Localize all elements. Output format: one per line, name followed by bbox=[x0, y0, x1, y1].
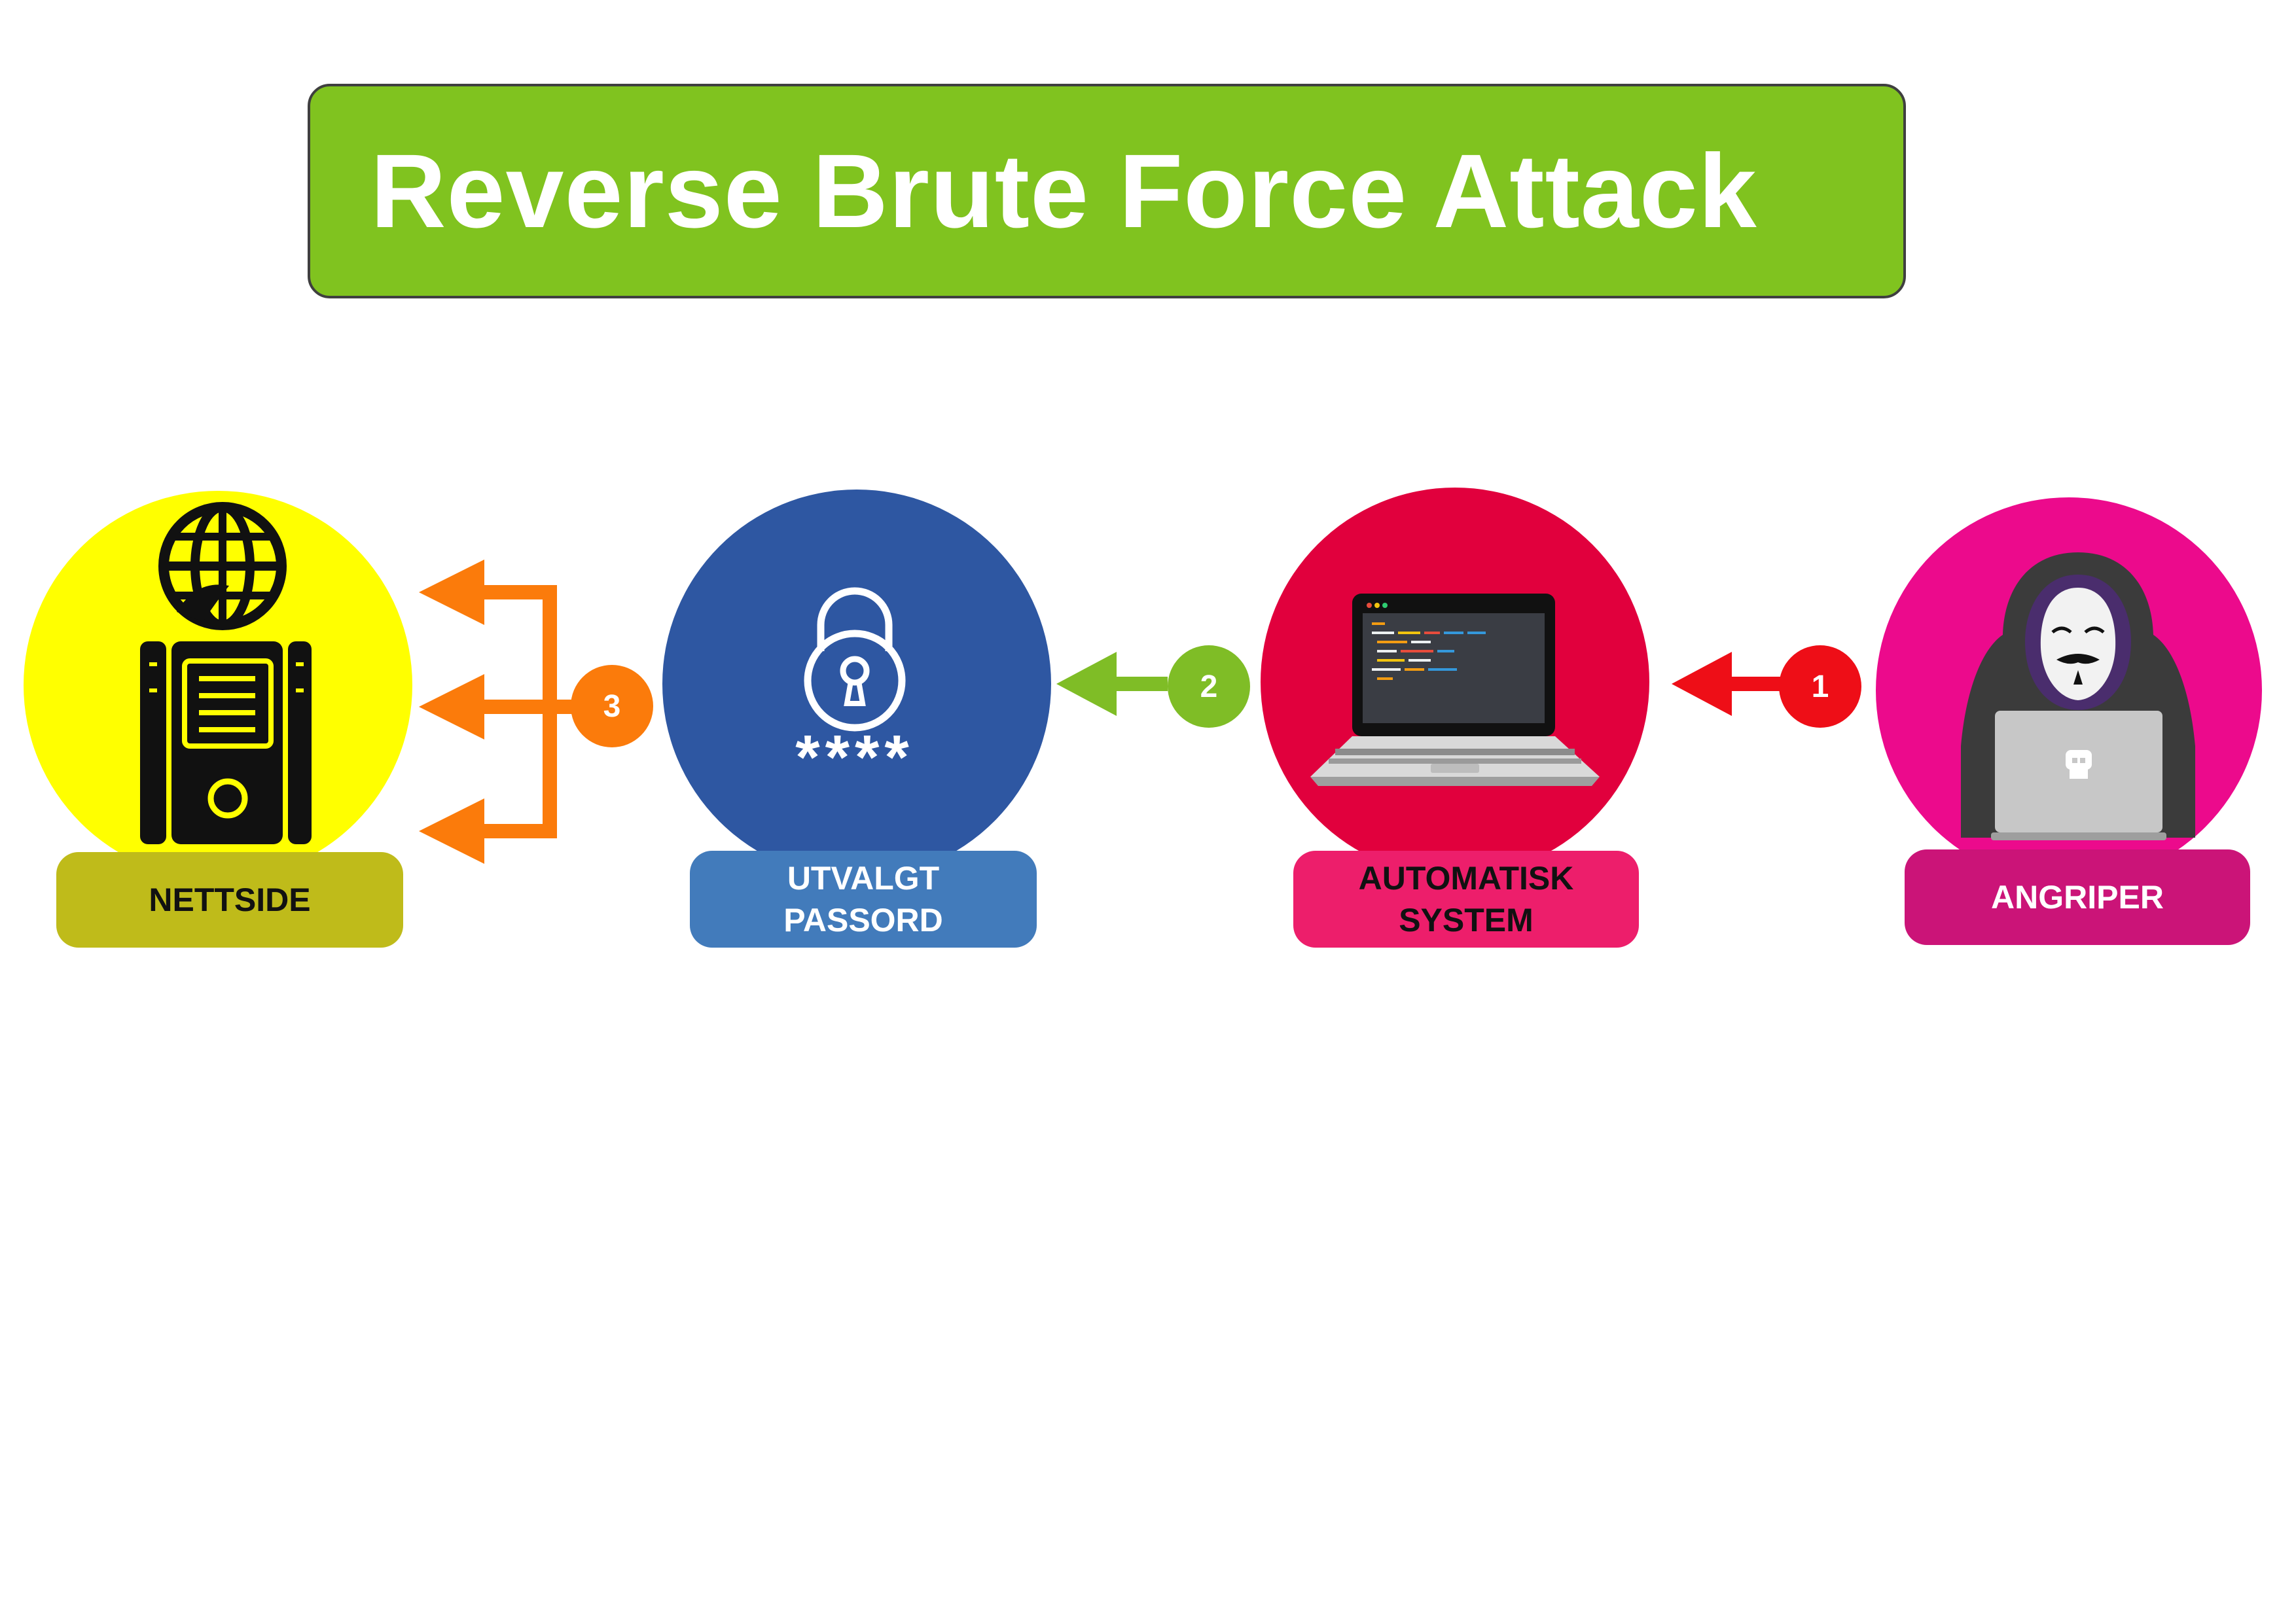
step-1-arrow bbox=[1672, 652, 1783, 716]
padlock-icon bbox=[804, 587, 906, 732]
system-label: AUTOMATISK SYSTEM bbox=[1293, 851, 1639, 948]
step-3-badge: 3 bbox=[571, 665, 653, 747]
password-label-text: UTVALGT PASSORD bbox=[783, 860, 943, 938]
diagram-title: Reverse Brute Force Attack bbox=[370, 132, 1757, 249]
web-server-icon bbox=[140, 502, 312, 844]
attacker-label-text: ANGRIPER bbox=[1991, 879, 2164, 916]
step-2-arrow bbox=[1056, 652, 1168, 716]
website-label: NETTSIDE bbox=[56, 852, 403, 948]
step-1-badge: 1 bbox=[1779, 645, 1861, 728]
attacker-label: ANGRIPER bbox=[1905, 849, 2250, 945]
password-label: UTVALGT PASSORD bbox=[690, 851, 1037, 948]
website-label-text: NETTSIDE bbox=[149, 882, 311, 918]
title-banner: Reverse Brute Force Attack bbox=[308, 84, 1906, 298]
hacker-icon bbox=[1961, 552, 2195, 840]
laptop-icon bbox=[1310, 594, 1600, 786]
step-2-badge: 2 bbox=[1168, 645, 1250, 728]
masked-password: **** bbox=[795, 722, 914, 793]
system-label-text: AUTOMATISK SYSTEM bbox=[1358, 860, 1574, 938]
